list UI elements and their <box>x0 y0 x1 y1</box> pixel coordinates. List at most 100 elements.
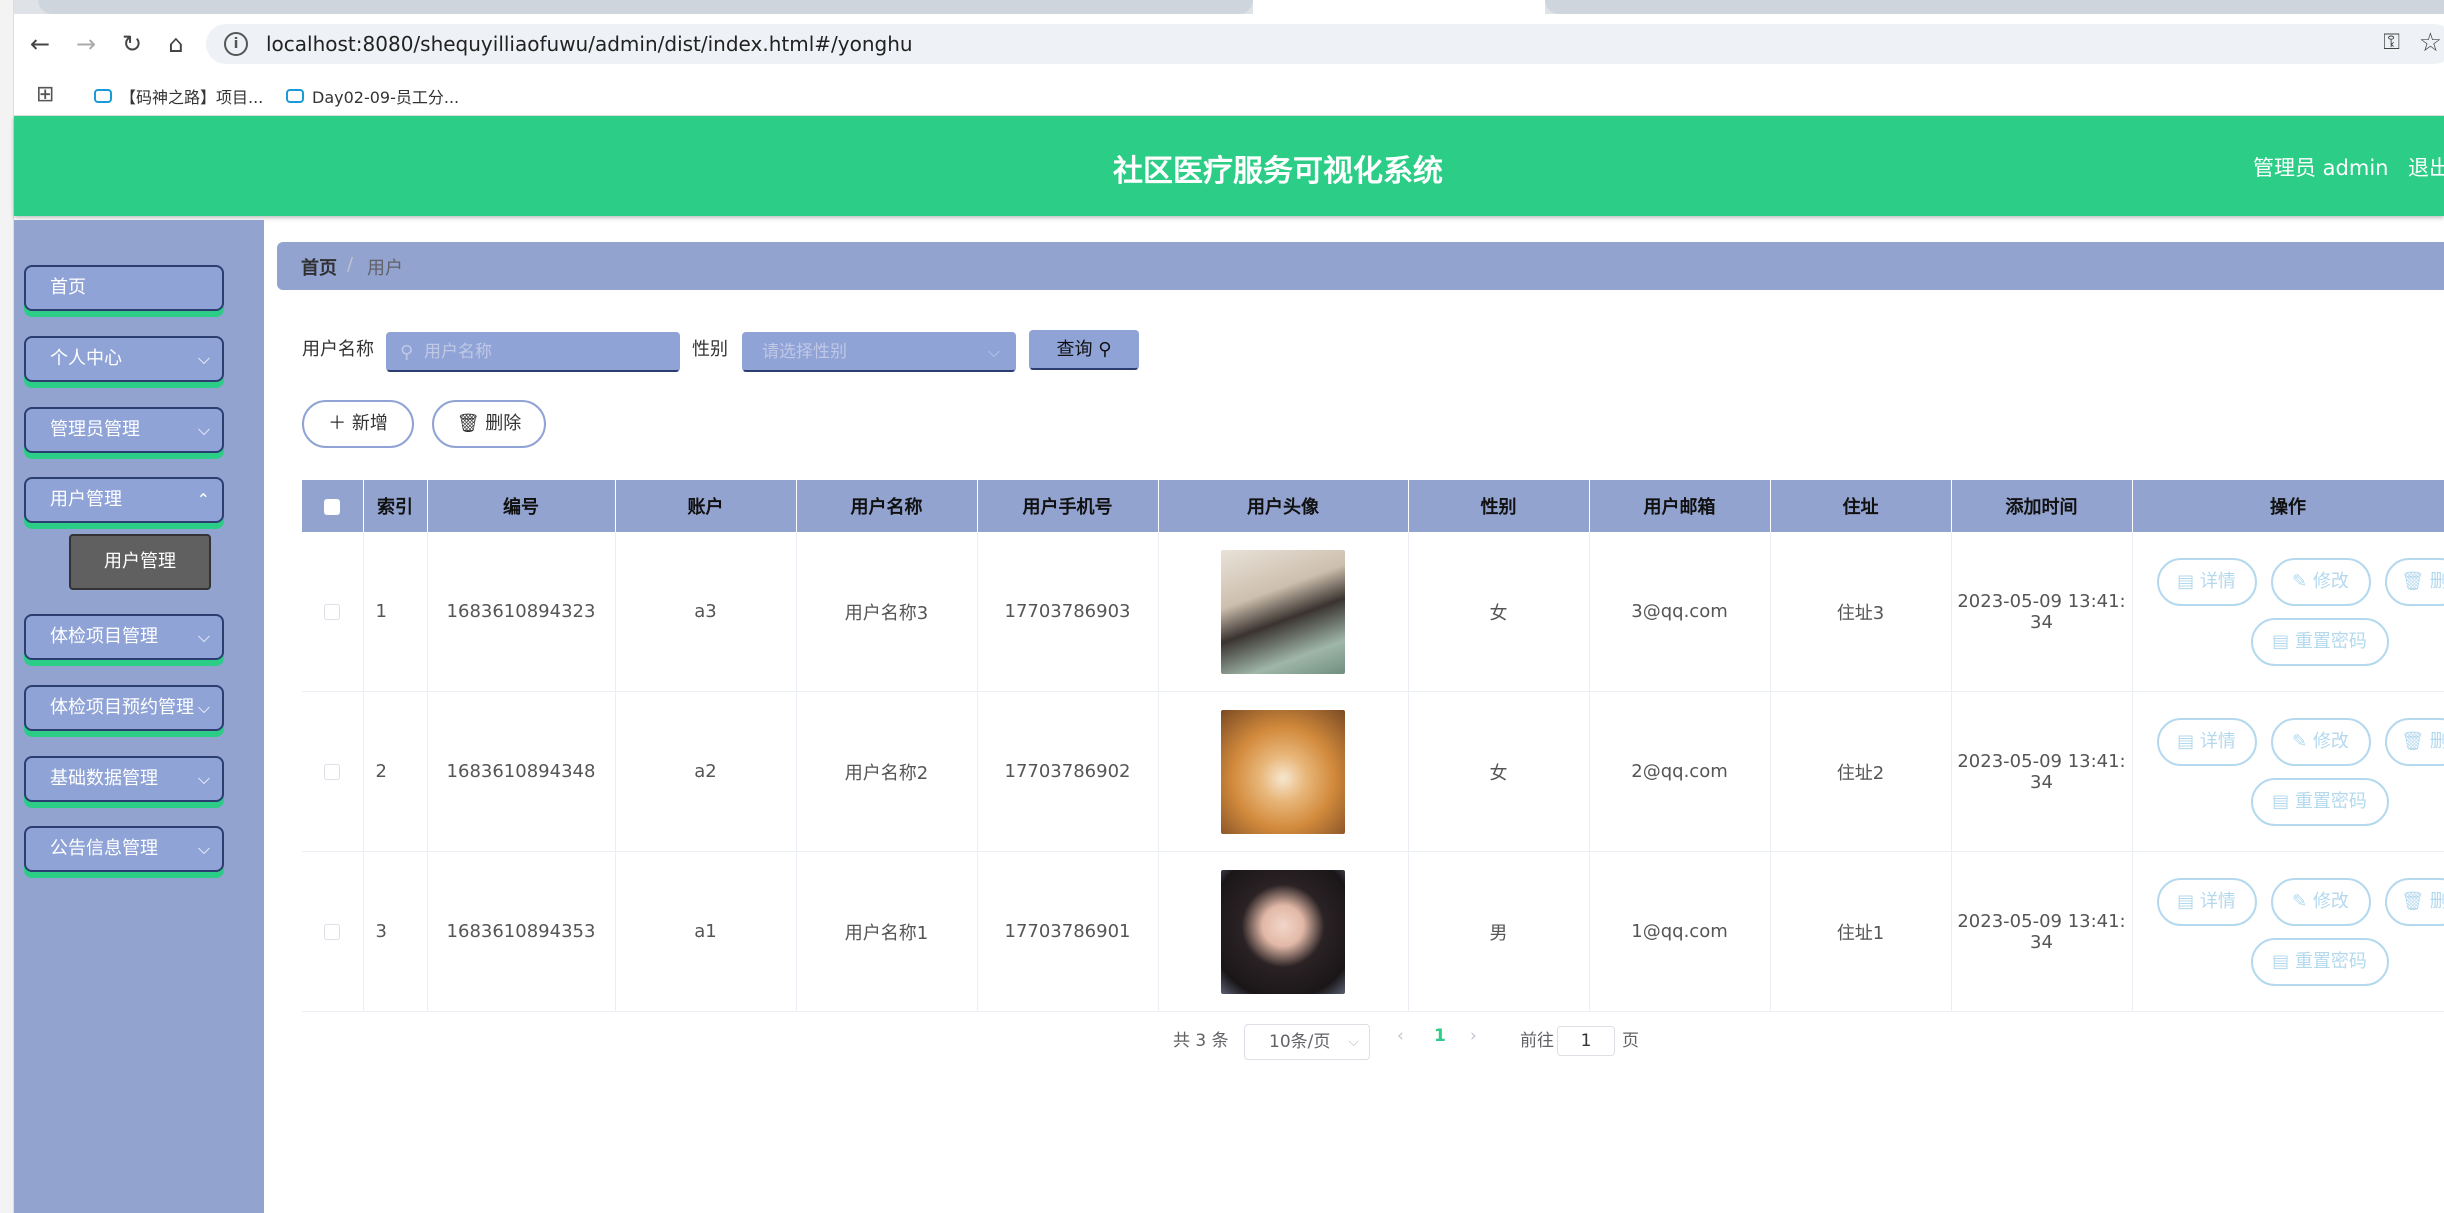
column-header: 操作 <box>2132 480 2444 532</box>
row-select-cell <box>302 691 364 852</box>
table-row: 3 1683610894353 a1 用户名称1 17703786901 男 1… <box>302 851 2444 1012</box>
column-header: 索引 <box>363 480 428 532</box>
password-key-icon[interactable]: ⚿ <box>2383 30 2400 55</box>
breadcrumb-current: 用户 <box>367 258 403 279</box>
url-text[interactable]: localhost:8080/shequyilliaofuwu/admin/di… <box>266 30 913 58</box>
breadcrumb: 首页 / 用户 <box>277 242 2444 290</box>
column-header: 用户手机号 <box>977 480 1159 532</box>
page-size-select[interactable]: 10条/页 ⌵ <box>1244 1024 1370 1060</box>
forward-icon[interactable]: → <box>70 28 102 60</box>
sidebar-item-base-data[interactable]: 基础数据管理 ⌵ <box>24 756 224 802</box>
bookmark-item[interactable]: Day02-09-员工分... <box>286 84 459 108</box>
chevron-down-icon: ⌵ <box>197 627 210 646</box>
table-row: 2 1683610894348 a2 用户名称2 17703786902 女 2… <box>302 691 2444 852</box>
cell-avatar <box>1158 851 1409 1012</box>
sidebar-item-users[interactable]: 用户管理 ⌃ <box>24 477 224 523</box>
breadcrumb-separator: / <box>347 254 354 275</box>
app-title: 社区医疗服务可视化系统 <box>1113 154 1443 189</box>
sidebar-item-exam-items[interactable]: 体检项目管理 ⌵ <box>24 614 224 660</box>
cell-gender: 女 <box>1408 532 1590 692</box>
detail-button[interactable]: ▤ 详情 <box>2156 558 2257 606</box>
cell-index: 3 <box>363 851 428 1012</box>
browser-tab-active[interactable] <box>1253 0 1545 14</box>
cell-account: a1 <box>615 851 797 1012</box>
bilibili-icon <box>286 89 304 103</box>
sidebar-item-exam-booking[interactable]: 体检项目预约管理 ⌵ <box>24 685 224 731</box>
cell-id: 1683610894348 <box>427 691 616 852</box>
cell-phone: 17703786901 <box>977 851 1159 1012</box>
prev-page-icon[interactable]: ‹ <box>1397 1026 1404 1046</box>
search-icon: ⚲ <box>1098 339 1112 360</box>
column-header: 用户邮箱 <box>1589 480 1771 532</box>
logout-link[interactable]: 退出 <box>2408 152 2444 182</box>
row-select-cell <box>302 532 364 692</box>
cell-gender: 男 <box>1408 851 1590 1012</box>
edit-button[interactable]: ✎ 修改 <box>2270 558 2371 606</box>
apps-grid-icon[interactable]: ⊞ <box>36 82 54 107</box>
reset-password-button[interactable]: ▤ 重置密码 <box>2250 938 2389 986</box>
browser-tab[interactable] <box>38 0 1253 14</box>
chevron-down-icon: ⌵ <box>197 420 210 439</box>
sidebar-subitem-users[interactable]: 用户管理 <box>69 534 211 590</box>
column-header: 用户头像 <box>1158 480 1409 532</box>
user-avatar <box>1221 549 1345 674</box>
cell-email: 2@qq.com <box>1589 691 1771 852</box>
delete-button[interactable]: 🗑 删除 <box>432 400 546 448</box>
goto-label: 前往 <box>1520 1031 1554 1051</box>
goto-page-input[interactable]: 1 <box>1557 1026 1615 1056</box>
sidebar-item-home[interactable]: 首页 <box>24 265 224 311</box>
browser-tab[interactable] <box>1545 0 2444 14</box>
row-delete-button[interactable]: 🗑 删 <box>2384 558 2444 606</box>
cell-avatar <box>1158 532 1409 692</box>
cell-time: 2023-05-09 13:41: 34 <box>1951 532 2133 692</box>
row-checkbox[interactable] <box>324 764 341 780</box>
cell-index: 2 <box>363 691 428 852</box>
row-delete-button[interactable]: 🗑 删 <box>2384 878 2444 926</box>
back-icon[interactable]: ← <box>24 28 56 60</box>
search-icon: ⚲ <box>400 342 414 363</box>
edit-button[interactable]: ✎ 修改 <box>2270 878 2371 926</box>
sidebar-item-profile[interactable]: 个人中心 ⌵ <box>24 336 224 382</box>
cell-address: 住址1 <box>1770 851 1952 1012</box>
cell-email: 3@qq.com <box>1589 532 1771 692</box>
cell-ops: ▤ 详情 ✎ 修改 🗑 删 ▤ 重置密码 <box>2132 851 2444 1012</box>
name-filter-label: 用户名称 <box>302 339 374 360</box>
site-info-icon[interactable]: i <box>224 32 248 56</box>
address-bar[interactable]: i localhost:8080/shequyilliaofuwu/admin/… <box>206 24 2444 64</box>
sidebar-item-admins[interactable]: 管理员管理 ⌵ <box>24 407 224 453</box>
reset-password-button[interactable]: ▤ 重置密码 <box>2250 618 2389 666</box>
select-all-checkbox[interactable] <box>324 498 341 515</box>
cell-phone: 17703786903 <box>977 532 1159 692</box>
row-select-cell <box>302 851 364 1012</box>
name-search-input[interactable] <box>424 340 664 364</box>
column-header: 添加时间 <box>1951 480 2133 532</box>
bookmark-item[interactable]: 【码神之路】项目... <box>94 84 263 108</box>
bookmark-star-icon[interactable]: ☆ <box>2419 28 2442 58</box>
detail-button[interactable]: ▤ 详情 <box>2156 878 2257 926</box>
name-search-field[interactable]: ⚲ <box>386 332 680 372</box>
sidebar-item-notices[interactable]: 公告信息管理 ⌵ <box>24 826 224 872</box>
reload-icon[interactable]: ↻ <box>116 28 148 60</box>
row-checkbox[interactable] <box>324 924 341 940</box>
detail-button[interactable]: ▤ 详情 <box>2156 718 2257 766</box>
row-delete-button[interactable]: 🗑 删 <box>2384 718 2444 766</box>
cell-account: a2 <box>615 691 797 852</box>
home-icon[interactable]: ⌂ <box>160 28 192 60</box>
chevron-down-icon: ⌵ <box>1348 1034 1359 1050</box>
breadcrumb-home[interactable]: 首页 <box>301 254 337 280</box>
next-page-icon[interactable]: › <box>1470 1026 1477 1046</box>
column-header: 性别 <box>1408 480 1590 532</box>
gender-select[interactable]: 请选择性别 ⌵ <box>742 332 1016 372</box>
column-header: 编号 <box>427 480 616 532</box>
query-button[interactable]: 查询 ⚲ <box>1029 330 1139 370</box>
edit-button[interactable]: ✎ 修改 <box>2270 718 2371 766</box>
cell-ops: ▤ 详情 ✎ 修改 🗑 删 ▤ 重置密码 <box>2132 691 2444 852</box>
reset-password-button[interactable]: ▤ 重置密码 <box>2250 778 2389 826</box>
goto-suffix: 页 <box>1622 1031 1639 1051</box>
cell-address: 住址3 <box>1770 532 1952 692</box>
cell-index: 1 <box>363 532 428 692</box>
row-checkbox[interactable] <box>324 604 341 620</box>
page-number-current[interactable]: 1 <box>1434 1026 1446 1046</box>
add-button[interactable]: ＋ 新增 <box>302 400 414 448</box>
current-user: 管理员 admin <box>2253 156 2389 180</box>
